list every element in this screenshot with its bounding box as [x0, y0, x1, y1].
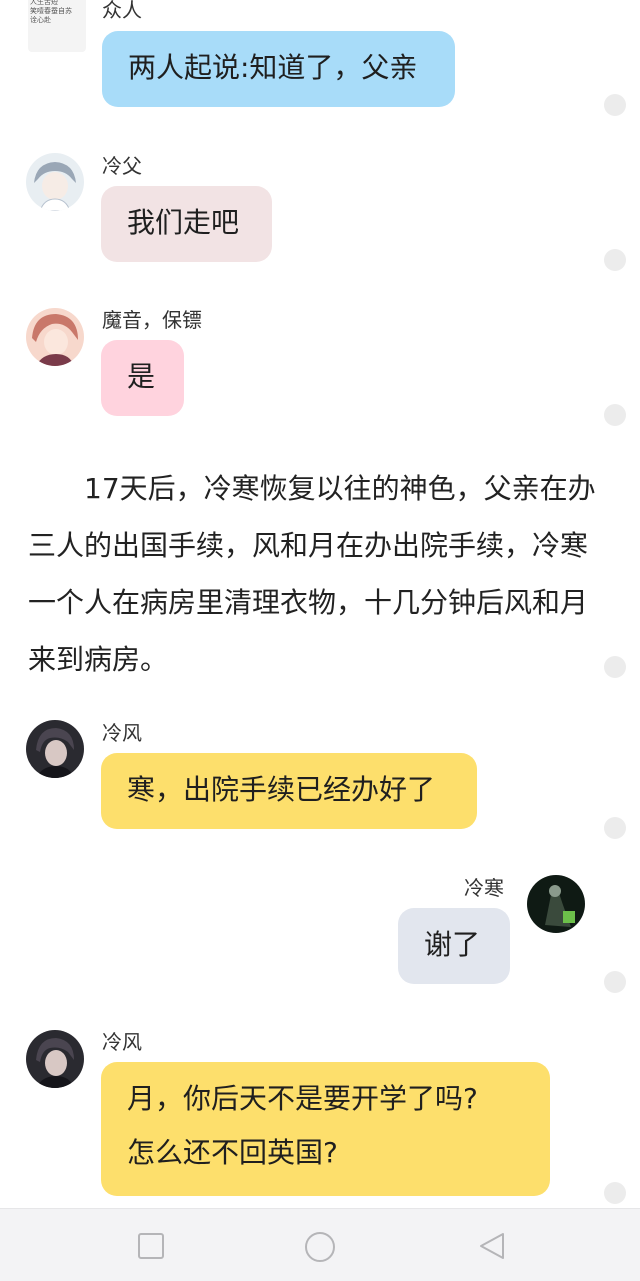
- message-bubble[interactable]: 寒，出院手续已经办好了: [101, 753, 477, 829]
- system-nav-bar: [0, 1208, 640, 1281]
- avatar-calligraphy-text: 人生苦短 笑噎春蚕自苏 诠心赴: [30, 0, 72, 24]
- speaker-name: 冷寒: [464, 876, 504, 900]
- select-dot[interactable]: [604, 1182, 626, 1204]
- select-dot[interactable]: [604, 404, 626, 426]
- square-icon[interactable]: [136, 1231, 166, 1261]
- avatar-lengfu[interactable]: [26, 153, 84, 211]
- narration-text: 17天后，冷寒恢复以往的神色，父亲在办三人的出国手续，风和月在办出院手续，冷寒一…: [28, 472, 596, 676]
- message-bubble[interactable]: 我们走吧: [101, 186, 272, 262]
- avatar-zhongren[interactable]: 人生苦短 笑噎春蚕自苏 诠心赴: [28, 0, 86, 52]
- message-line: 月，你后天不是要开学了吗?: [127, 1082, 478, 1115]
- avatar-moyin[interactable]: [26, 308, 84, 366]
- avatar-lengfeng[interactable]: [26, 1030, 84, 1088]
- avatar-lenghan[interactable]: [527, 875, 585, 933]
- select-dot[interactable]: [604, 971, 626, 993]
- triangle-back-icon[interactable]: [477, 1231, 507, 1261]
- speaker-name: 魔音，保镖: [102, 308, 202, 332]
- speaker-name: 冷风: [102, 1030, 142, 1054]
- speaker-name: 冷父: [102, 154, 142, 178]
- message-bubble[interactable]: 月，你后天不是要开学了吗? 怎么还不回英国?: [101, 1062, 550, 1196]
- select-dot[interactable]: [604, 94, 626, 116]
- avatar-lengfeng[interactable]: [26, 720, 84, 778]
- message-bubble[interactable]: 谢了: [398, 908, 510, 984]
- message-bubble[interactable]: 是: [101, 340, 184, 416]
- circle-icon[interactable]: [304, 1231, 336, 1263]
- speaker-name: 众人: [102, 0, 142, 22]
- message-bubble[interactable]: 两人起说:知道了，父亲: [102, 31, 455, 107]
- speaker-name: 冷风: [102, 721, 142, 745]
- message-line: 怎么还不回英国?: [127, 1136, 338, 1169]
- select-dot[interactable]: [604, 656, 626, 678]
- select-dot[interactable]: [604, 817, 626, 839]
- select-dot[interactable]: [604, 249, 626, 271]
